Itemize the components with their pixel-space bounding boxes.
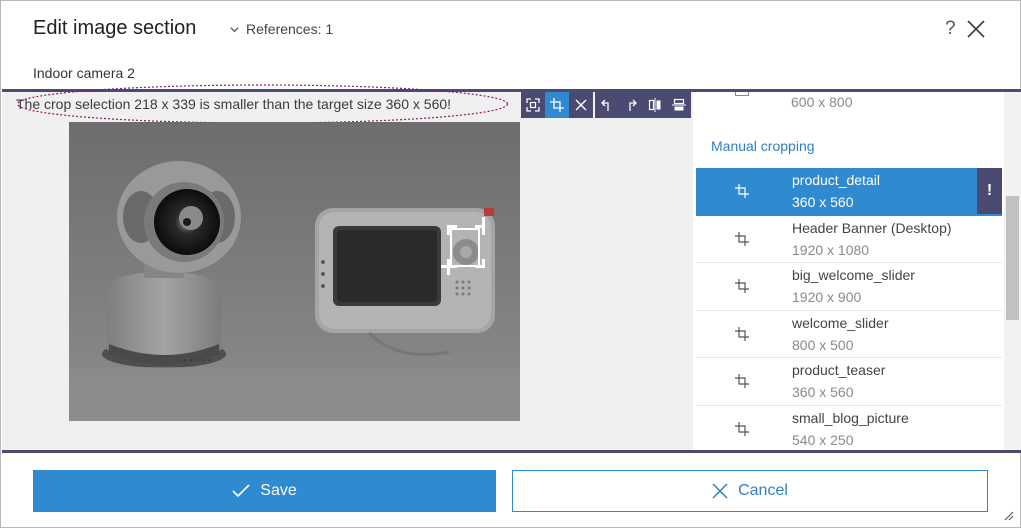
crop-icon (735, 184, 749, 198)
annotation-ellipse (16, 84, 509, 124)
crop-icon (735, 326, 749, 341)
rotate-right-button[interactable] (619, 92, 643, 118)
preset-name: product_teaser (792, 362, 886, 378)
baby-monitor-photo (69, 122, 520, 421)
rotate-right-icon (629, 99, 637, 111)
list-item[interactable]: big_welcome_slider 1920 x 900 (696, 263, 1002, 311)
crop-button[interactable] (545, 92, 569, 118)
flip-horizontal-button[interactable] (643, 92, 667, 118)
rotate-left-button[interactable] (595, 92, 619, 118)
references-toggle[interactable]: References: 1 (229, 21, 333, 37)
list-item[interactable]: welcome_slider 800 x 500 (696, 311, 1002, 358)
preset-size: 800 x 500 (792, 336, 854, 353)
footer-divider (2, 450, 1021, 453)
crop-handle-br-v[interactable] (482, 259, 485, 268)
source-image[interactable] (69, 122, 520, 421)
list-item[interactable]: 600 x 800 (693, 92, 1003, 112)
list-item[interactable]: small_blog_picture 540 x 250 (696, 406, 1002, 451)
preset-size: 600 x 800 (791, 94, 853, 110)
flip-vertical-button[interactable] (667, 92, 691, 118)
preset-name: product_detail (792, 172, 880, 188)
preset-name: small_blog_picture (792, 409, 909, 426)
image-name: Indoor camera 2 (33, 65, 135, 81)
save-button[interactable]: Save (33, 470, 496, 512)
crop-selection[interactable] (450, 228, 480, 267)
warning-flag[interactable]: ! (977, 168, 1002, 214)
scrollbar-thumb[interactable] (1006, 196, 1019, 320)
flip-vertical-icon (672, 98, 686, 111)
clear-selection-button[interactable] (569, 92, 593, 118)
edit-image-dialog: Edit image section References: 1 ? Indoo… (0, 0, 1021, 528)
cancel-label: Cancel (738, 482, 788, 499)
close-icon (712, 483, 728, 499)
crop-handle-tr-v[interactable] (482, 217, 485, 235)
crop-preset-list: product_detail 360 x 560 Header Banner (… (696, 168, 1002, 450)
preset-size: 1920 x 900 (792, 289, 862, 305)
preset-name: Header Banner (Desktop) (792, 219, 952, 236)
cancel-button[interactable]: Cancel (512, 470, 988, 512)
save-label: Save (260, 482, 297, 499)
manual-cropping-heading: Manual cropping (711, 138, 815, 154)
chevron-down-icon (230, 26, 239, 32)
crop-handle-tl-v[interactable] (447, 225, 450, 235)
close-icon[interactable] (965, 18, 987, 40)
references-label: References: 1 (246, 21, 334, 37)
preset-size: 540 x 250 (792, 431, 854, 448)
preset-size: 1920 x 1080 (792, 241, 870, 258)
crop-handle-bl-v[interactable] (447, 259, 450, 275)
crop-icon (735, 279, 749, 293)
dialog-title: Edit image section (33, 17, 197, 39)
preset-size: 360 x 560 (792, 194, 854, 210)
crop-icon (735, 231, 749, 246)
list-item[interactable]: Header Banner (Desktop) 1920 x 1080 (696, 216, 1002, 263)
panel-scrollbar[interactable] (1004, 92, 1021, 450)
rotate-left-icon (601, 99, 609, 111)
preset-name: welcome_slider (792, 314, 889, 331)
crop-icon (735, 374, 749, 388)
resize-grip-icon[interactable] (1002, 509, 1014, 521)
checkmark-icon (232, 484, 250, 498)
editor-toolbar (521, 92, 691, 118)
crop-frame-icon (735, 92, 749, 96)
crop-icon (550, 98, 564, 112)
list-item[interactable]: product_teaser 360 x 560 (696, 358, 1002, 406)
preset-name: big_welcome_slider (792, 267, 915, 283)
crop-presets-panel: 600 x 800 Manual cropping product_detail… (693, 92, 1021, 450)
clear-icon (575, 99, 587, 111)
fit-selection-button[interactable] (521, 92, 545, 118)
list-item[interactable]: product_detail 360 x 560 (696, 168, 1002, 216)
crop-icon (735, 421, 749, 436)
help-button[interactable]: ? (945, 18, 956, 40)
fit-selection-icon (526, 98, 540, 112)
preset-size: 360 x 560 (792, 384, 854, 400)
flip-horizontal-icon (648, 98, 661, 112)
